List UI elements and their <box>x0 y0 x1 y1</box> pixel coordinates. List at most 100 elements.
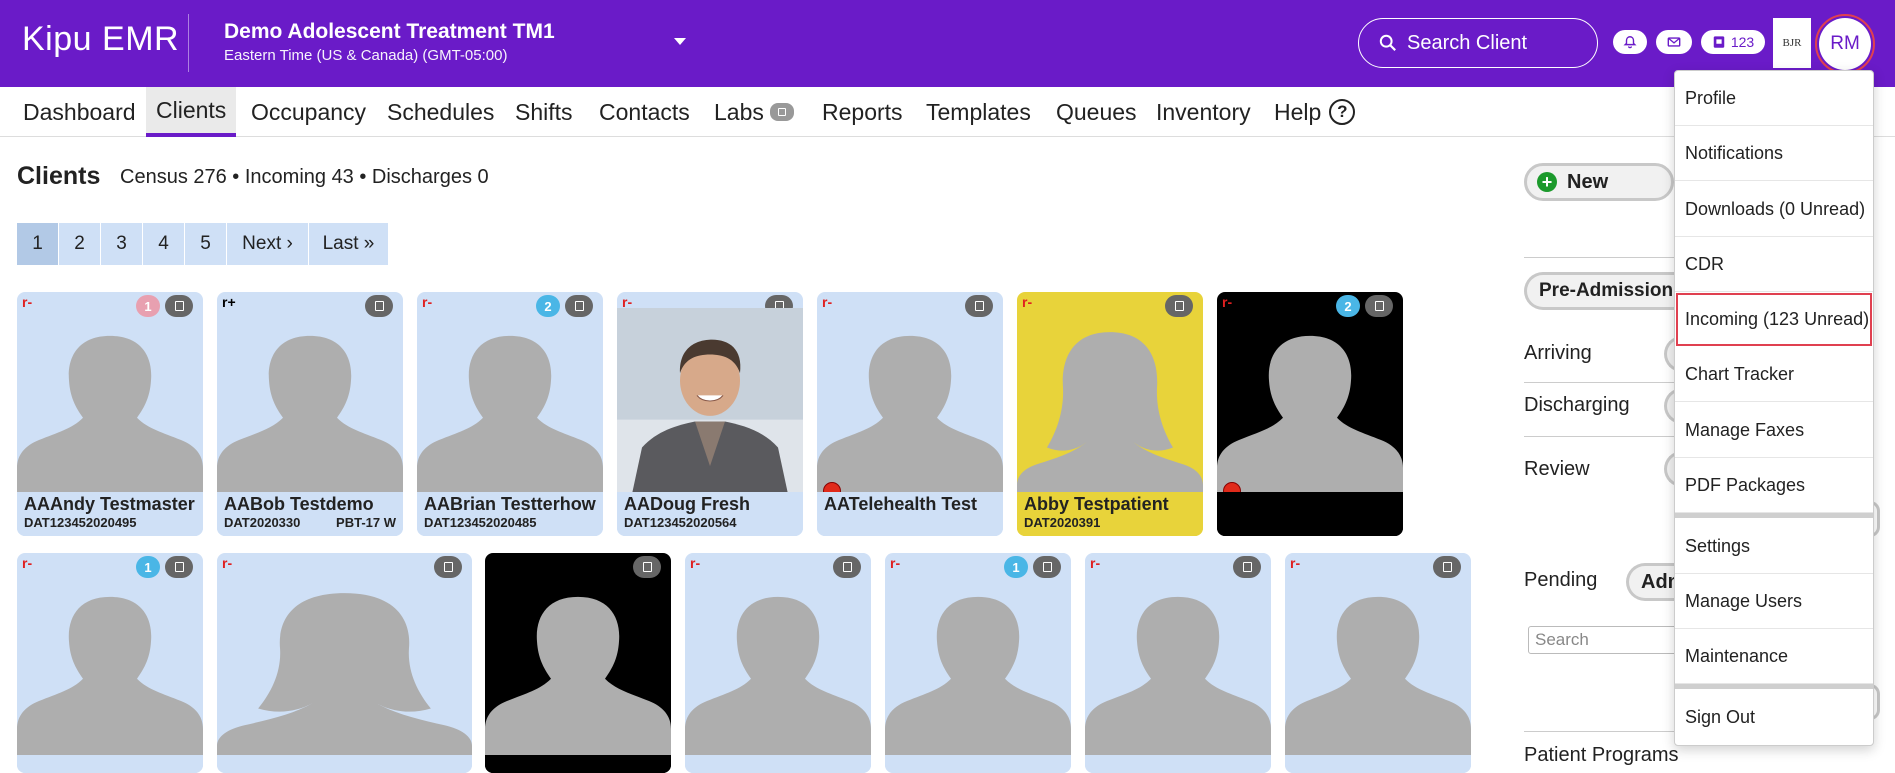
page-3-button[interactable]: 3 <box>101 223 143 265</box>
avatar-silhouette-icon <box>685 596 871 755</box>
plus-icon: + <box>1537 172 1557 192</box>
nav-reports[interactable]: Reports <box>812 87 913 137</box>
nav-labs-label: Labs <box>714 98 764 125</box>
page-4-button[interactable]: 4 <box>143 223 185 265</box>
client-card[interactable] <box>485 553 671 773</box>
nav-occupancy[interactable]: Occupancy <box>241 87 376 137</box>
nav-contacts[interactable]: Contacts <box>589 87 700 137</box>
page-5-button[interactable]: 5 <box>185 223 227 265</box>
nav-dashboard[interactable]: Dashboard <box>13 87 146 137</box>
nav-help[interactable]: Help ? <box>1264 87 1365 137</box>
nav-shifts[interactable]: Shifts <box>505 87 583 137</box>
client-id-row: DAT2020391 <box>1024 515 1196 530</box>
client-card[interactable]: r- <box>1285 553 1471 773</box>
client-info <box>1285 756 1471 773</box>
client-id-row: DAT2020330 PBT-17 W <box>224 515 396 530</box>
facility-timezone: Eastern Time (US & Canada) (GMT-05:00) <box>224 47 508 64</box>
user-menu-button[interactable]: RM <box>1815 14 1875 74</box>
menu-separator <box>1675 684 1873 689</box>
inbox-icon <box>1713 36 1725 48</box>
client-card[interactable]: r- 1 AAAndy Testmaster DAT123452020495 <box>17 292 203 536</box>
client-id-row: DAT123452020495 <box>24 515 196 530</box>
client-info <box>1217 492 1403 536</box>
nav-clients[interactable]: Clients <box>146 87 237 137</box>
client-id-row: DAT123452020564 <box>624 515 796 530</box>
client-card[interactable]: r- <box>1085 553 1271 773</box>
search-client-button[interactable]: Search Client <box>1358 18 1598 68</box>
client-info: AADoug Fresh DAT123452020564 <box>617 492 803 536</box>
client-card[interactable]: r- AATelehealth Test <box>817 292 1003 536</box>
inbox-button[interactable]: 123 <box>1701 30 1765 54</box>
avatar-silhouette-icon <box>1285 596 1471 755</box>
menu-maintenance[interactable]: Maintenance <box>1675 629 1873 684</box>
menu-sign-out[interactable]: Sign Out <box>1675 690 1873 745</box>
avatar-silhouette-icon <box>885 596 1071 755</box>
client-card[interactable]: r- <box>685 553 871 773</box>
user-dropdown-menu: Profile Notifications Downloads (0 Unrea… <box>1674 70 1874 746</box>
client-info: AATelehealth Test <box>817 492 1003 536</box>
client-room: PBT-17 W <box>336 515 396 530</box>
new-label: New <box>1567 170 1609 193</box>
client-card[interactable]: r- Abby Testpatient DAT2020391 <box>1017 292 1203 536</box>
client-card[interactable]: r- 2 <box>1217 292 1403 536</box>
help-icon: ? <box>1329 99 1356 125</box>
sidebar-search-input[interactable]: Search <box>1528 626 1688 654</box>
menu-incoming[interactable]: Incoming (123 Unread) <box>1675 292 1873 347</box>
facility-name: Demo Adolescent Treatment TM1 <box>224 20 555 43</box>
page-2-button[interactable]: 2 <box>59 223 101 265</box>
menu-manage-faxes[interactable]: Manage Faxes <box>1675 403 1873 458</box>
chevron-down-icon[interactable] <box>674 38 686 45</box>
page-1-button[interactable]: 1 <box>17 223 59 265</box>
client-name: AATelehealth Test <box>824 494 978 514</box>
logo-divider <box>188 14 189 72</box>
new-client-button[interactable]: + New <box>1524 163 1674 201</box>
client-id-row: DAT123452020485 <box>424 515 596 530</box>
review-label: Review <box>1524 458 1590 480</box>
notifications-button[interactable] <box>1613 30 1647 54</box>
avatar-silhouette-icon <box>1085 596 1271 755</box>
nav-templates[interactable]: Templates <box>916 87 1041 137</box>
messages-button[interactable] <box>1656 30 1692 54</box>
client-card[interactable]: r- 1 <box>885 553 1071 773</box>
menu-pdf-packages[interactable]: PDF Packages <box>1675 458 1873 513</box>
client-card[interactable]: r- 1 <box>17 553 203 773</box>
menu-settings[interactable]: Settings <box>1675 519 1873 574</box>
menu-downloads[interactable]: Downloads (0 Unread) <box>1675 182 1873 237</box>
client-info <box>485 756 671 773</box>
client-info: Abby Testpatient DAT2020391 <box>1017 492 1203 536</box>
client-photo <box>617 308 803 494</box>
client-card[interactable]: r- <box>217 553 472 773</box>
menu-profile[interactable]: Profile <box>1675 71 1873 126</box>
client-info <box>17 756 203 773</box>
last-page-button[interactable]: Last » <box>309 223 389 265</box>
nav-schedules[interactable]: Schedules <box>377 87 504 137</box>
client-card[interactable]: r+ AABob Testdemo DAT2020330 PBT-17 W <box>217 292 403 536</box>
avatar-silhouette-icon <box>417 335 603 494</box>
avatar-silhouette-icon <box>217 593 472 755</box>
client-info: AAAndy Testmaster DAT123452020495 <box>17 492 203 536</box>
avatar-silhouette-icon <box>17 335 203 494</box>
facility-switcher[interactable]: Demo Adolescent Treatment TM1 Eastern Ti… <box>224 20 555 64</box>
menu-chart-tracker[interactable]: Chart Tracker <box>1675 347 1873 402</box>
census-summary: Census 276 • Incoming 43 • Discharges 0 <box>120 166 489 188</box>
discharging-label: Discharging <box>1524 394 1630 416</box>
pre-admission-button[interactable]: Pre-Admission <box>1524 272 1684 310</box>
avatar-silhouette-icon <box>817 335 1003 494</box>
pagination: 1 2 3 4 5 Next › Last » <box>17 223 389 265</box>
menu-cdr[interactable]: CDR <box>1675 237 1873 292</box>
menu-manage-users[interactable]: Manage Users <box>1675 574 1873 629</box>
organization-logo: BJR <box>1773 18 1811 68</box>
avatar-silhouette-icon <box>1017 332 1203 494</box>
labs-badge-icon <box>769 103 794 121</box>
main-nav: Dashboard Clients Occupancy Schedules Sh… <box>0 87 1895 137</box>
nav-labs[interactable]: Labs <box>704 87 804 137</box>
nav-queues[interactable]: Queues <box>1046 87 1147 137</box>
menu-notifications[interactable]: Notifications <box>1675 126 1873 181</box>
app-logo[interactable]: Kipu EMR <box>22 20 179 59</box>
client-card[interactable]: r-2AABrian TestterhowtingtttttDAT1234520… <box>417 292 603 536</box>
client-card[interactable]: r- AADoug Fresh DAT123452020564 <box>617 292 803 536</box>
client-info <box>885 756 1071 773</box>
next-page-button[interactable]: Next › <box>227 223 309 265</box>
nav-inventory[interactable]: Inventory <box>1146 87 1261 137</box>
nav-help-label: Help <box>1274 98 1322 125</box>
